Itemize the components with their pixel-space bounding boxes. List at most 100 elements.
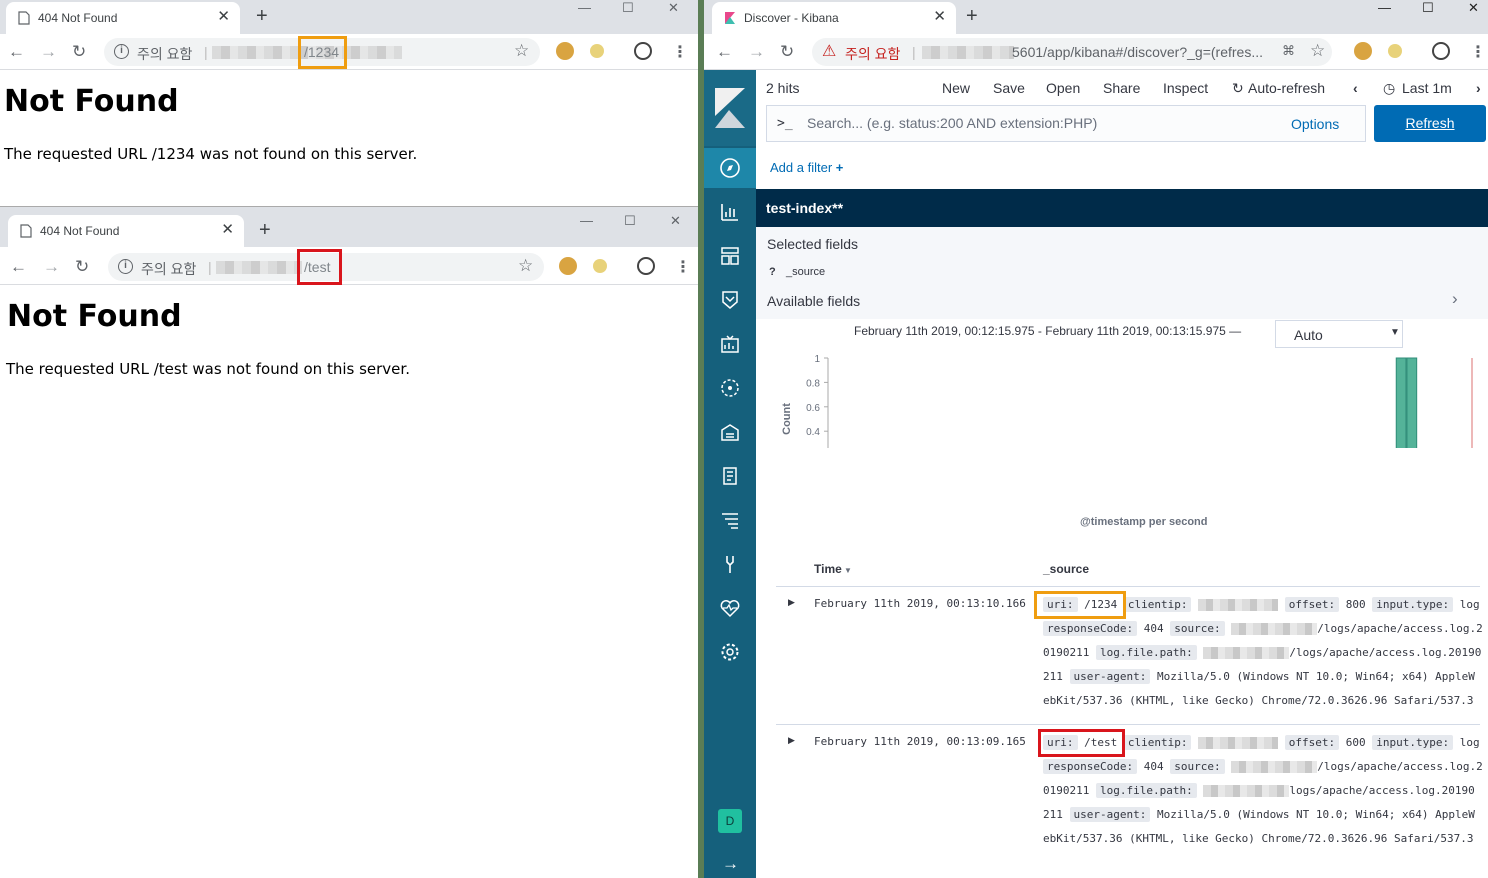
url-text: 5601/app/kibana#/discover?_g=(refres... xyxy=(1012,44,1263,60)
visualize-icon[interactable] xyxy=(719,201,741,223)
dev-tools-icon[interactable] xyxy=(719,553,741,575)
source-key: offset: xyxy=(1284,597,1340,612)
refresh-button[interactable]: Refresh xyxy=(1374,105,1486,142)
menu-icon[interactable]: ⋮ xyxy=(672,42,688,62)
new-tab-icon[interactable]: + xyxy=(256,5,268,27)
maximize-icon[interactable]: ☐ xyxy=(1422,0,1434,18)
expand-row-icon[interactable]: ▶ xyxy=(788,735,795,746)
redacted-value xyxy=(1203,647,1290,659)
profile-avatar-icon[interactable] xyxy=(1432,42,1450,60)
menu-share[interactable]: Share xyxy=(1103,80,1140,96)
menu-save[interactable]: Save xyxy=(993,80,1025,96)
info-icon[interactable]: i xyxy=(118,259,133,274)
reload-icon[interactable]: ↻ xyxy=(75,257,89,277)
logs-icon[interactable] xyxy=(719,465,741,487)
apm-icon[interactable] xyxy=(719,509,741,531)
tab-strip: 404 Not Found ✕ + — ☐ ✕ xyxy=(0,207,698,247)
kibana-logo[interactable] xyxy=(704,70,756,146)
info-icon[interactable]: i xyxy=(114,44,129,59)
menu-inspect[interactable]: Inspect xyxy=(1163,80,1208,96)
cookie-extension-icon[interactable] xyxy=(1354,42,1372,60)
kibana-logo-icon xyxy=(725,12,735,24)
chevron-right-icon[interactable]: › xyxy=(1476,80,1481,96)
index-pattern-bar[interactable]: test-index** xyxy=(756,189,1488,227)
bookmark-star-icon[interactable]: ☆ xyxy=(518,256,533,276)
infrastructure-icon[interactable] xyxy=(719,421,741,443)
user-avatar[interactable]: D xyxy=(718,809,742,833)
monitoring-icon[interactable] xyxy=(719,597,741,619)
selected-fields-label: Selected fields xyxy=(767,236,859,252)
minimize-icon[interactable]: — xyxy=(580,213,593,231)
forward-icon[interactable]: → xyxy=(43,257,60,277)
page-message: The requested URL /1234 was not found on… xyxy=(4,145,418,163)
maximize-icon[interactable]: ☐ xyxy=(624,213,636,231)
bookmark-star-icon[interactable]: ☆ xyxy=(1310,41,1325,61)
forward-icon[interactable]: → xyxy=(40,42,57,62)
extension-icon[interactable] xyxy=(593,259,607,273)
ml-icon[interactable] xyxy=(719,377,741,399)
menu-open[interactable]: Open xyxy=(1046,80,1080,96)
dashboard-icon[interactable] xyxy=(719,245,741,267)
back-icon[interactable]: ← xyxy=(8,42,25,62)
new-tab-icon[interactable]: + xyxy=(259,219,271,241)
nav-discover[interactable] xyxy=(704,148,756,188)
minimize-icon[interactable]: — xyxy=(578,0,591,18)
close-window-icon[interactable]: ✕ xyxy=(670,213,681,231)
gear-icon[interactable] xyxy=(719,641,741,663)
histogram-chart: 00.20.40.60.81 00:12:2000:12:2500:12:300… xyxy=(781,354,1473,448)
address-bar[interactable]: ⚠ 주의 요함 | 5601/app/kibana#/discover?_g=(… xyxy=(812,38,1332,66)
chevron-left-icon[interactable]: ‹ xyxy=(1353,80,1358,96)
tab-kibana[interactable]: Discover - Kibana ✕ xyxy=(712,2,956,34)
extension-icon[interactable] xyxy=(1388,44,1402,58)
maximize-icon[interactable]: ☐ xyxy=(622,0,634,18)
kibana-side-nav: D → xyxy=(704,70,756,878)
menu-icon[interactable]: ⋮ xyxy=(1470,42,1486,62)
source-key: source: xyxy=(1170,621,1225,636)
tab-title: 404 Not Found xyxy=(40,224,120,238)
menu-icon[interactable]: ⋮ xyxy=(675,257,691,277)
source-line: 0190211 log.file.path: /logs/apache/acce… xyxy=(1043,645,1482,660)
menu-new[interactable]: New xyxy=(942,80,970,96)
expand-arrow-icon[interactable]: → xyxy=(722,854,739,874)
add-filter-link[interactable]: Add a filter + xyxy=(770,160,843,175)
timelion-icon[interactable] xyxy=(719,289,741,311)
expand-row-icon[interactable]: ▶ xyxy=(788,597,795,608)
options-link[interactable]: Options xyxy=(1291,116,1339,132)
time-column-header[interactable]: Time ▼ xyxy=(814,562,852,576)
back-icon[interactable]: ← xyxy=(716,42,733,62)
close-tab-icon[interactable]: ✕ xyxy=(217,8,230,26)
y-axis-label: Count xyxy=(781,403,793,435)
back-icon[interactable]: ← xyxy=(10,257,27,277)
translate-icon[interactable]: ⌘ xyxy=(1282,43,1295,59)
cookie-extension-icon[interactable] xyxy=(559,257,577,275)
histogram-bar[interactable] xyxy=(1395,357,1407,448)
search-input[interactable]: Search... (e.g. status:200 AND extension… xyxy=(807,115,1097,131)
profile-avatar-icon[interactable] xyxy=(634,42,652,60)
menu-auto-refresh[interactable]: Auto-refresh xyxy=(1248,80,1325,96)
page-heading: Not Found xyxy=(7,299,182,334)
close-window-icon[interactable]: ✕ xyxy=(1468,0,1479,18)
forward-icon[interactable]: → xyxy=(748,42,765,62)
index-pattern-title: test-index** xyxy=(766,200,844,216)
close-window-icon[interactable]: ✕ xyxy=(668,0,679,18)
menu-time-picker[interactable]: Last 1m xyxy=(1402,80,1452,96)
profile-avatar-icon[interactable] xyxy=(637,257,655,275)
browser-window-2: 404 Not Found ✕ + — ☐ ✕ ← → ↻ i 주의 요함 | … xyxy=(0,207,698,878)
close-tab-icon[interactable]: ✕ xyxy=(933,8,946,26)
minimize-icon[interactable]: — xyxy=(1378,0,1391,18)
tab-404[interactable]: 404 Not Found ✕ xyxy=(6,2,240,34)
y-tick-label: 0.8 xyxy=(806,378,820,389)
canvas-icon[interactable] xyxy=(719,333,741,355)
reload-icon[interactable]: ↻ xyxy=(780,42,794,62)
toolbar: ← → ↻ i 주의 요함 | /test ☆ ⋮ xyxy=(0,249,698,285)
reload-icon[interactable]: ↻ xyxy=(72,42,86,62)
new-tab-icon[interactable]: + xyxy=(966,5,978,27)
cookie-extension-icon[interactable] xyxy=(556,42,574,60)
source-line: 211 user-agent: Mozilla/5.0 (Windows NT … xyxy=(1043,807,1475,822)
tab-404[interactable]: 404 Not Found ✕ xyxy=(8,215,244,247)
close-tab-icon[interactable]: ✕ xyxy=(221,221,234,239)
search-bar[interactable]: >_ Search... (e.g. status:200 AND extens… xyxy=(766,105,1366,142)
histogram-bar[interactable] xyxy=(1406,357,1418,448)
extension-icon[interactable] xyxy=(590,44,604,58)
bookmark-star-icon[interactable]: ☆ xyxy=(514,41,529,61)
